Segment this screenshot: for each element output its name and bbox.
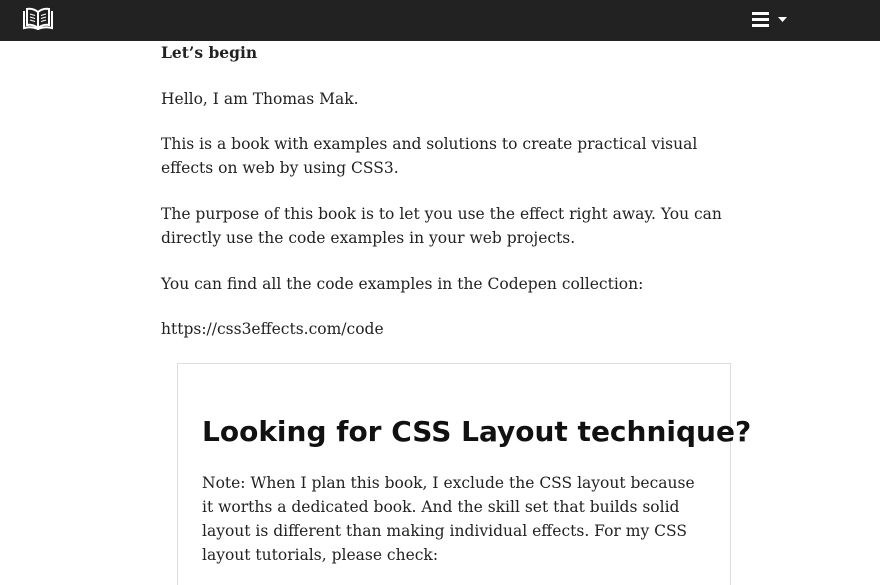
purpose-paragraph: The purpose of this book is to let you u… xyxy=(161,205,722,247)
callout-title: Looking for CSS Layout technique? xyxy=(202,415,752,448)
top-navbar xyxy=(0,0,880,41)
open-book-icon[interactable] xyxy=(21,7,55,31)
caret-down-icon xyxy=(778,17,787,22)
section-heading: Let’s begin xyxy=(161,43,258,62)
description-paragraph: This is a book with examples and solutio… xyxy=(161,135,698,177)
code-url-link[interactable]: https://css3effects.com/code xyxy=(161,317,741,341)
css-layout-callout: Looking for CSS Layout technique? Note: … xyxy=(177,363,751,585)
intro-paragraph: Hello, I am Thomas Mak. xyxy=(161,90,359,108)
codepen-paragraph: You can find all the code examples in th… xyxy=(161,275,644,293)
callout-body: Note: When I plan this book, I exclude t… xyxy=(202,474,695,564)
hamburger-icon xyxy=(752,12,769,27)
menu-dropdown-button[interactable] xyxy=(750,8,790,32)
